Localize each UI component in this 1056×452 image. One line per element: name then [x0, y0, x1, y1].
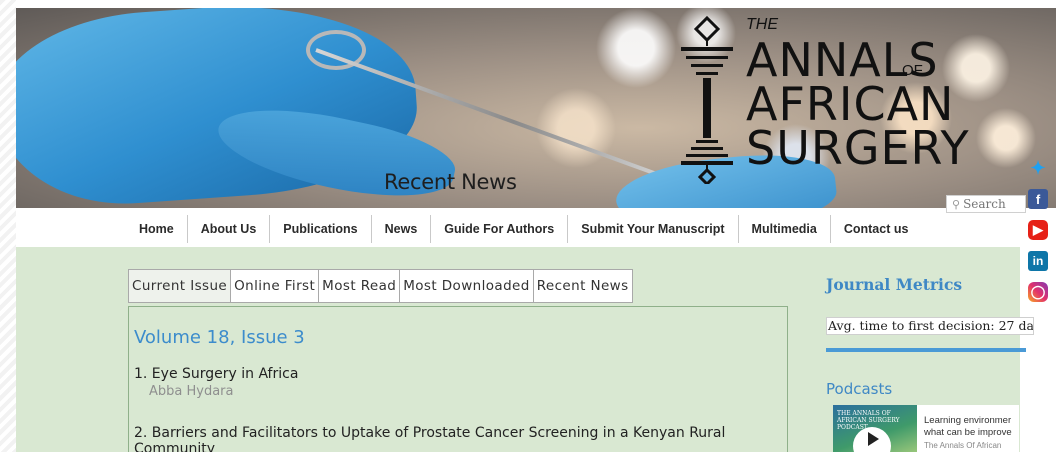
nav-home[interactable]: Home	[126, 215, 188, 243]
logo-emblem-icon	[681, 15, 733, 184]
podcasts-title: Podcasts	[826, 380, 893, 398]
tab-most-downloaded[interactable]: Most Downloaded	[400, 269, 534, 303]
podcast-title: Learning environmer what can be improve	[924, 415, 1012, 438]
podcast-card[interactable]: THE ANNALS OF AFRICAN SURGERY PODCAST Le…	[833, 405, 1019, 452]
hero-recent-news-label[interactable]: Recent News	[384, 170, 517, 194]
tab-most-read[interactable]: Most Read	[319, 269, 401, 303]
instagram-icon[interactable]: ◯	[1028, 282, 1048, 302]
metrics-divider	[826, 348, 1026, 352]
search-input[interactable]	[963, 197, 1024, 211]
logo-the: THE	[746, 16, 778, 33]
issue-tabs: Current Issue Online First Most Read Mos…	[128, 269, 633, 303]
article-title[interactable]: 1. Eye Surgery in Africa	[134, 366, 782, 382]
search-box[interactable]: ⚲	[946, 195, 1026, 213]
podcast-info[interactable]: Learning environmer what can be improve …	[924, 415, 1019, 452]
nav-publications[interactable]: Publications	[270, 215, 372, 243]
tab-online-first[interactable]: Online First	[231, 269, 320, 303]
podcast-thumbnail[interactable]: THE ANNALS OF AFRICAN SURGERY PODCAST	[833, 405, 917, 452]
hero-banner: Recent News THE ANNALS OF AFRICAN SURGER…	[16, 8, 1056, 208]
facebook-icon[interactable]: f	[1028, 189, 1048, 209]
search-icon[interactable]: ⚲	[952, 198, 960, 211]
volume-title[interactable]: Volume 18, Issue 3	[134, 327, 782, 348]
main-nav: Home About Us Publications News Guide Fo…	[126, 215, 921, 243]
logo-surgery: SURGERY	[746, 121, 970, 175]
nav-submit-manuscript[interactable]: Submit Your Manuscript	[568, 215, 739, 243]
youtube-icon[interactable]: ▶	[1028, 220, 1048, 240]
main-content: Current Issue Online First Most Read Mos…	[16, 247, 1034, 452]
nav-contact-us[interactable]: Contact us	[831, 215, 922, 243]
nav-multimedia[interactable]: Multimedia	[739, 215, 831, 243]
podcast-subtitle: The Annals Of African	[924, 441, 1002, 450]
journal-metrics-title: Journal Metrics	[826, 275, 963, 294]
article-author: Abba Hydara	[149, 384, 234, 399]
journal-metrics-value: Avg. time to first decision: 27 days	[826, 317, 1034, 335]
nav-guide-for-authors[interactable]: Guide For Authors	[431, 215, 569, 243]
twitter-icon[interactable]: ✦	[1028, 158, 1048, 178]
article-title[interactable]: 2. Barriers and Facilitators to Uptake o…	[134, 425, 782, 452]
nav-news[interactable]: News	[372, 215, 432, 243]
social-links: ✦ f ▶ in ◯	[1028, 158, 1050, 313]
decorative-border	[0, 0, 16, 452]
journal-logo[interactable]: THE ANNALS OF AFRICAN SURGERY	[676, 14, 969, 184]
nav-about-us[interactable]: About Us	[188, 215, 271, 243]
tab-current-issue[interactable]: Current Issue	[128, 269, 232, 303]
logo-african: AFRICAN	[746, 77, 955, 131]
current-issue-panel: Volume 18, Issue 3 1. Eye Surgery in Afr…	[128, 306, 788, 452]
tab-recent-news[interactable]: Recent News	[533, 269, 633, 303]
linkedin-icon[interactable]: in	[1028, 251, 1048, 271]
